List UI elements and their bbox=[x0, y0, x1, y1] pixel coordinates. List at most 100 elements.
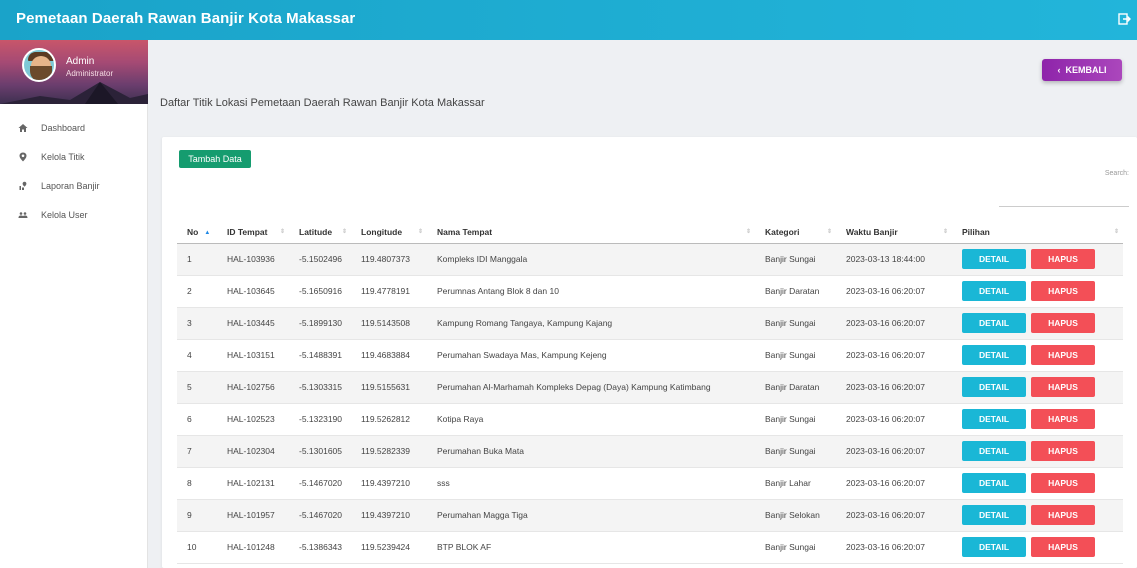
cell-nama-tempat: Perumahan Magga Tiga bbox=[427, 499, 755, 532]
table-row: 8 HAL-102131 -5.1467020 119.4397210 sss Banji… bbox=[177, 467, 1123, 500]
column-header-nama-tempat[interactable]: Nama Tempat ⇕ bbox=[427, 221, 755, 244]
delete-button[interactable]: HAPUS bbox=[1031, 345, 1095, 365]
cell-latitude: -5.1386343 bbox=[289, 531, 351, 564]
cell-kategori: Banjir Daratan bbox=[755, 275, 836, 308]
back-button[interactable]: ‹ KEMBALI bbox=[1042, 59, 1122, 81]
cell-waktu-banjir: 2023-03-16 06:20:07 bbox=[836, 403, 952, 436]
cell-id-tempat: HAL-102756 bbox=[217, 371, 289, 404]
delete-button[interactable]: HAPUS bbox=[1031, 537, 1095, 557]
cell-no: 2 bbox=[177, 275, 217, 308]
top-navbar: Pemetaan Daerah Rawan Banjir Kota Makass… bbox=[0, 0, 1137, 40]
column-header-no[interactable]: No ▲ bbox=[177, 221, 217, 244]
cell-no: 7 bbox=[177, 435, 217, 468]
delete-button[interactable]: HAPUS bbox=[1031, 377, 1095, 397]
logout-icon-graphic bbox=[1118, 13, 1131, 25]
delete-button[interactable]: HAPUS bbox=[1031, 505, 1095, 525]
cell-latitude: -5.1323190 bbox=[289, 403, 351, 436]
detail-button[interactable]: DETAIL bbox=[962, 537, 1026, 557]
cell-longitude: 119.4397210 bbox=[351, 499, 427, 532]
mountain-background bbox=[0, 82, 148, 104]
cell-pilihan: DETAIL HAPUS bbox=[952, 371, 1123, 404]
sidebar-item-dashboard[interactable]: Dashboard bbox=[0, 114, 148, 143]
cell-id-tempat: HAL-103645 bbox=[217, 275, 289, 308]
column-header-label: Waktu Banjir bbox=[846, 226, 898, 237]
cell-waktu-banjir: 2023-03-16 06:20:07 bbox=[836, 467, 952, 500]
sidebar-item-kelola-user[interactable]: Kelola User bbox=[0, 201, 148, 230]
cell-waktu-banjir: 2023-03-16 06:20:07 bbox=[836, 499, 952, 532]
app-title: Pemetaan Daerah Rawan Banjir Kota Makass… bbox=[16, 10, 356, 27]
column-header-pilihan[interactable]: Pilihan ⇕ bbox=[952, 221, 1123, 244]
detail-button[interactable]: DETAIL bbox=[962, 473, 1026, 493]
sidebar: Admin Administrator Dashboard Kelola Tit… bbox=[0, 40, 148, 568]
sort-icon: ⇕ bbox=[745, 229, 751, 235]
column-header-id-tempat[interactable]: ID Tempat ⇕ bbox=[217, 221, 289, 244]
cell-no: 9 bbox=[177, 499, 217, 532]
sidebar-menu: Dashboard Kelola Titik Laporan Banjir Ke… bbox=[0, 114, 148, 230]
search-input[interactable] bbox=[999, 206, 1129, 207]
delete-button[interactable]: HAPUS bbox=[1031, 249, 1095, 269]
cell-waktu-banjir: 2023-03-16 06:20:07 bbox=[836, 275, 952, 308]
column-header-label: Longitude bbox=[361, 226, 403, 237]
cell-nama-tempat: Perumahan Buka Mata bbox=[427, 435, 755, 468]
cell-kategori: Banjir Sungai bbox=[755, 243, 836, 276]
sidebar-item-kelola-titik[interactable]: Kelola Titik bbox=[0, 143, 148, 172]
user-role: Administrator bbox=[66, 69, 114, 78]
cell-waktu-banjir: 2023-03-16 06:20:07 bbox=[836, 339, 952, 372]
user-panel: Admin Administrator bbox=[0, 40, 148, 104]
sort-icon: ⇕ bbox=[417, 229, 423, 235]
table-row: 7 HAL-102304 -5.1301605 119.5282339 Perumaha… bbox=[177, 435, 1123, 468]
home-icon bbox=[18, 123, 28, 133]
table-row: 2 HAL-103645 -5.1650916 119.4778191 Perumnas… bbox=[177, 275, 1123, 308]
delete-button[interactable]: HAPUS bbox=[1031, 473, 1095, 493]
column-header-kategori[interactable]: Kategori ⇕ bbox=[755, 221, 836, 244]
column-header-label: Nama Tempat bbox=[437, 226, 493, 237]
cell-longitude: 119.5239424 bbox=[351, 531, 427, 564]
cell-no: 4 bbox=[177, 339, 217, 372]
detail-button[interactable]: DETAIL bbox=[962, 345, 1026, 365]
cell-nama-tempat: Kotipa Raya bbox=[427, 403, 755, 436]
cell-id-tempat: HAL-101248 bbox=[217, 531, 289, 564]
cell-latitude: -5.1650916 bbox=[289, 275, 351, 308]
cell-waktu-banjir: 2023-03-13 18:44:00 bbox=[836, 243, 952, 276]
table-row: 3 HAL-103445 -5.1899130 119.5143508 Kampung … bbox=[177, 307, 1123, 340]
cell-longitude: 119.5143508 bbox=[351, 307, 427, 340]
delete-button[interactable]: HAPUS bbox=[1031, 441, 1095, 461]
column-header-label: Pilihan bbox=[962, 226, 990, 237]
cell-nama-tempat: Perumnas Antang Blok 8 dan 10 bbox=[427, 275, 755, 308]
cell-id-tempat: HAL-102304 bbox=[217, 435, 289, 468]
delete-button[interactable]: HAPUS bbox=[1031, 313, 1095, 333]
back-button-label: KEMBALI bbox=[1065, 65, 1107, 75]
sort-icon: ⇕ bbox=[341, 229, 347, 235]
detail-button[interactable]: DETAIL bbox=[962, 281, 1026, 301]
column-header-label: No bbox=[187, 226, 199, 237]
delete-button[interactable]: HAPUS bbox=[1031, 281, 1095, 301]
cell-id-tempat: HAL-102131 bbox=[217, 467, 289, 500]
add-data-button[interactable]: Tambah Data bbox=[179, 150, 251, 168]
detail-button[interactable]: DETAIL bbox=[962, 409, 1026, 429]
cell-pilihan: DETAIL HAPUS bbox=[952, 435, 1123, 468]
cell-id-tempat: HAL-103151 bbox=[217, 339, 289, 372]
cell-id-tempat: HAL-103936 bbox=[217, 243, 289, 276]
detail-button[interactable]: DETAIL bbox=[962, 441, 1026, 461]
detail-button[interactable]: DETAIL bbox=[962, 505, 1026, 525]
column-header-waktu-banjir[interactable]: Waktu Banjir ⇕ bbox=[836, 221, 952, 244]
sidebar-item-laporan-banjir[interactable]: Laporan Banjir bbox=[0, 172, 148, 201]
cell-longitude: 119.5155631 bbox=[351, 371, 427, 404]
detail-button[interactable]: DETAIL bbox=[962, 377, 1026, 397]
sidebar-item-label: Dashboard bbox=[41, 123, 86, 133]
column-header-longitude[interactable]: Longitude ⇕ bbox=[351, 221, 427, 244]
detail-button[interactable]: DETAIL bbox=[962, 313, 1026, 333]
cell-latitude: -5.1467020 bbox=[289, 499, 351, 532]
cell-pilihan: DETAIL HAPUS bbox=[952, 243, 1123, 276]
logout-icon[interactable] bbox=[1117, 12, 1131, 26]
sidebar-item-label: Laporan Banjir bbox=[41, 181, 100, 191]
cell-pilihan: DETAIL HAPUS bbox=[952, 339, 1123, 372]
column-header-label: Latitude bbox=[299, 226, 333, 237]
detail-button[interactable]: DETAIL bbox=[962, 249, 1026, 269]
cell-nama-tempat: Perumahan Al-Marhamah Kompleks Depag (Da… bbox=[427, 371, 755, 404]
column-header-latitude[interactable]: Latitude ⇕ bbox=[289, 221, 351, 244]
avatar bbox=[22, 48, 56, 82]
delete-button[interactable]: HAPUS bbox=[1031, 409, 1095, 429]
cell-longitude: 119.5262812 bbox=[351, 403, 427, 436]
cell-latitude: -5.1488391 bbox=[289, 339, 351, 372]
